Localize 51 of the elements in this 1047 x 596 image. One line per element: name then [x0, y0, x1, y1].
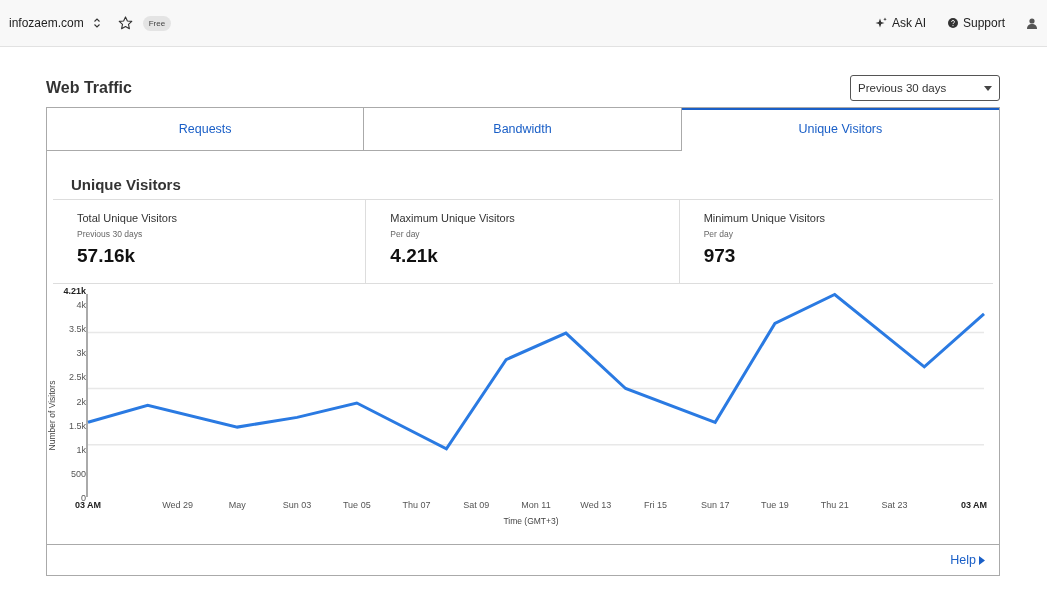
stat-label: Minimum Unique Visitors: [703, 212, 827, 224]
y-tick-label: 3.5k: [69, 324, 86, 335]
help-link[interactable]: Help: [950, 553, 985, 567]
y-tick-label: 2k: [76, 396, 86, 407]
stat-value: 973: [703, 245, 737, 267]
date-range-dropdown[interactable]: Previous 30 days: [850, 75, 1000, 101]
chevron-up-down-icon[interactable]: [93, 18, 100, 28]
x-tick-label: Mon 11: [521, 500, 551, 510]
tab[interactable]: Bandwidth: [364, 108, 682, 151]
x-tick-label: Sun 03: [282, 500, 312, 510]
y-tick-label: 1.5k: [69, 420, 86, 431]
stat-period: Per day: [703, 229, 734, 239]
x-tick-label: Tue 19: [761, 500, 789, 510]
sparkle-icon: [874, 17, 887, 29]
plan-badge: Free: [142, 15, 172, 31]
user-icon[interactable]: [1027, 17, 1037, 29]
x-tick-label: Sat 23: [881, 500, 908, 510]
page-title: Web Traffic: [46, 79, 132, 97]
tab[interactable]: Requests: [47, 108, 365, 151]
x-tick-label: May: [228, 500, 246, 510]
x-tick-label: Sat 09: [463, 500, 490, 510]
y-tick-label: 3k: [76, 348, 86, 359]
section-title: Unique Visitors: [71, 176, 182, 193]
x-tick-label: Fri 15: [643, 500, 667, 510]
x-tick-label: Wed 29: [162, 500, 194, 510]
x-tick-label: Tue 05: [342, 500, 371, 510]
y-tick-label: 500: [70, 468, 86, 479]
x-tick-label: Thu 21: [820, 500, 849, 510]
star-icon[interactable]: [117, 16, 133, 30]
y-tick-label: 4.21k: [63, 286, 86, 296]
support-button[interactable]: Support: [947, 16, 1005, 30]
stat-value: 4.21k: [390, 245, 439, 267]
site-selector[interactable]: infozaem.com: [9, 16, 84, 30]
stat-value: 57.16k: [77, 245, 137, 267]
y-tick-label: 2.5k: [69, 372, 86, 383]
x-tick-label: Thu 07: [402, 500, 431, 510]
stat-period: Per day: [390, 229, 421, 239]
x-tick-label: Wed 13: [580, 500, 612, 510]
x-tick-label: Sun 17: [700, 500, 730, 510]
stat-period: Previous 30 days: [77, 229, 144, 239]
help-icon: [947, 18, 958, 28]
y-tick-label: 4k: [76, 300, 86, 311]
ask-ai-button[interactable]: Ask AI: [874, 16, 926, 30]
y-tick-label: 1k: [76, 444, 86, 455]
y-axis-title: Number of Visitors: [47, 380, 57, 451]
play-icon: [979, 555, 985, 565]
stat-label: Total Unique Visitors: [77, 212, 179, 224]
caret-icon: [984, 85, 992, 91]
x-axis-title: Time (GMT+3): [503, 516, 559, 526]
x-tick-label: 03 AM: [960, 500, 988, 510]
stat-label: Maximum Unique Visitors: [390, 212, 516, 224]
